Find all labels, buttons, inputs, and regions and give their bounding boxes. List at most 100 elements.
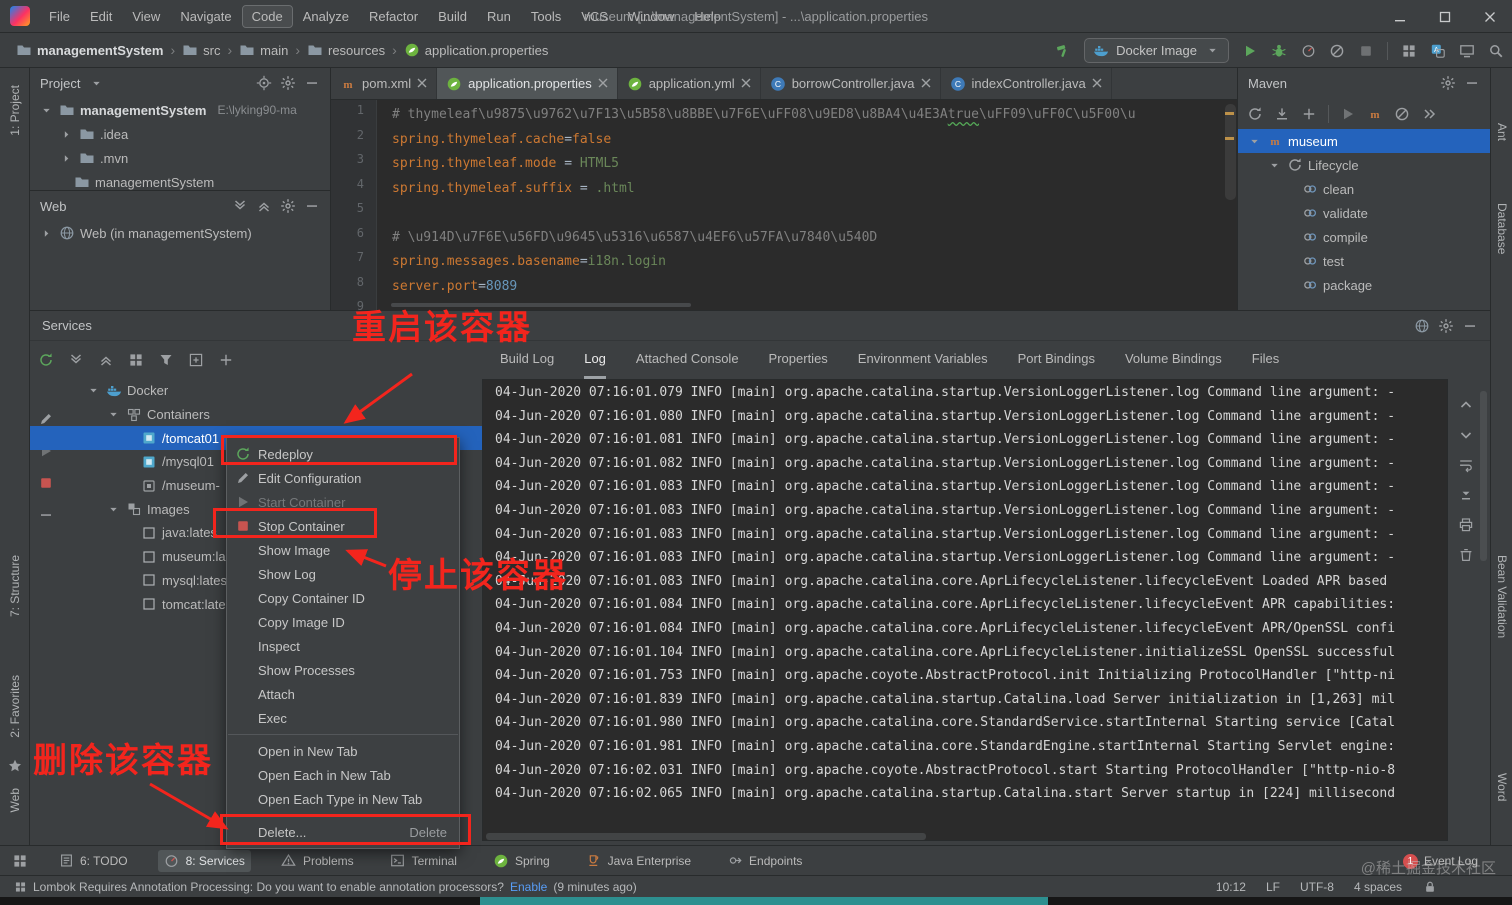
menu-analyze[interactable]: Analyze — [294, 6, 358, 27]
build-hammer-icon[interactable] — [1055, 43, 1071, 59]
help-web-icon[interactable] — [1414, 318, 1430, 334]
gear-icon[interactable] — [280, 75, 296, 91]
menu-build[interactable]: Build — [429, 6, 476, 27]
add-service-icon[interactable] — [218, 352, 234, 368]
run-maven-icon[interactable] — [1340, 106, 1356, 122]
context-menu-item-show-image[interactable]: Show Image — [227, 538, 459, 562]
services-tab-port-bindings[interactable]: Port Bindings — [1018, 341, 1095, 379]
breadcrumb-item-resources[interactable]: resources — [307, 42, 385, 58]
reimport-icon[interactable] — [1247, 106, 1263, 122]
close-tab-icon[interactable] — [417, 76, 427, 91]
context-menu-item-show-processes[interactable]: Show Processes — [227, 658, 459, 682]
tool-window-button-spring[interactable]: Spring — [487, 850, 556, 872]
profiler-icon[interactable] — [1300, 43, 1316, 59]
editor-hscrollbar[interactable] — [391, 303, 691, 307]
services-tab-files[interactable]: Files — [1252, 341, 1279, 379]
skip-tests-icon[interactable] — [1394, 106, 1410, 122]
menu-code[interactable]: Code — [241, 4, 293, 28]
services-tab-attached-console[interactable]: Attached Console — [636, 341, 739, 379]
print-icon[interactable] — [1458, 517, 1474, 533]
context-menu-item-open-each-in-new-tab[interactable]: Open Each in New Tab — [227, 763, 459, 787]
log-hscrollbar[interactable] — [486, 833, 926, 840]
collapse-all-icon[interactable] — [256, 198, 272, 214]
editor-tab-borrowcontroller-java[interactable]: CborrowController.java — [761, 68, 941, 99]
close-tab-icon[interactable] — [921, 76, 931, 91]
tool-window-button-java-enterprise[interactable]: Java Enterprise — [580, 850, 697, 872]
close-icon[interactable] — [1467, 0, 1512, 33]
locate-file-icon[interactable] — [256, 75, 272, 91]
menu-navigate[interactable]: Navigate — [171, 6, 240, 27]
execute-goal-icon[interactable]: m — [1367, 106, 1383, 122]
services-tab-log[interactable]: Log — [584, 341, 606, 379]
context-menu-item-exec[interactable]: Exec — [227, 706, 459, 730]
hide-panel-icon[interactable] — [304, 198, 320, 214]
context-menu-item-copy-image-id[interactable]: Copy Image ID — [227, 610, 459, 634]
minimize-icon[interactable] — [1377, 0, 1422, 33]
tree-row-lifecycle[interactable]: Lifecycle — [1238, 153, 1490, 177]
services-tab-properties[interactable]: Properties — [769, 341, 828, 379]
context-menu-item-inspect[interactable]: Inspect — [227, 634, 459, 658]
gear-icon[interactable] — [1440, 75, 1456, 91]
clear-log-icon[interactable] — [1458, 547, 1474, 563]
hide-panel-icon[interactable] — [1464, 75, 1480, 91]
lock-icon[interactable] — [1422, 879, 1438, 895]
menu-view[interactable]: View — [123, 6, 169, 27]
tool-window-button-endpoints[interactable]: Endpoints — [721, 850, 808, 872]
tree-row-managementsystem[interactable]: managementSystem E:\lyking90-ma — [30, 98, 330, 122]
context-menu-item-stop-container[interactable]: Stop Container — [227, 514, 459, 538]
context-menu-item-start-container[interactable]: Start Container — [227, 490, 459, 514]
hide-panel-icon[interactable] — [1462, 318, 1478, 334]
chevron-down-icon[interactable] — [88, 75, 104, 91]
tool-button-ant[interactable]: Ant — [1491, 123, 1512, 141]
context-menu-item-redeploy[interactable]: Redeploy — [227, 442, 459, 466]
enable-link[interactable]: Enable — [510, 880, 547, 894]
editor-tab-application-properties[interactable]: application.properties — [437, 68, 618, 99]
tree-row-museum[interactable]: m museum — [1238, 129, 1490, 153]
context-menu-item-delete[interactable]: Delete... Delete — [227, 820, 459, 844]
expand-all-icon[interactable] — [232, 198, 248, 214]
scroll-to-end-icon[interactable] — [1458, 487, 1474, 503]
tool-window-button-terminal[interactable]: Terminal — [384, 850, 463, 872]
tool-button-bean-validation[interactable]: Bean Validation — [1491, 555, 1512, 638]
run-button[interactable] — [1242, 43, 1258, 59]
scroll-up-icon[interactable] — [1458, 397, 1474, 413]
hide-panel-icon[interactable] — [304, 75, 320, 91]
context-menu-item-open-each-type-in-new-tab[interactable]: Open Each Type in New Tab — [227, 787, 459, 811]
tool-button-web[interactable]: Web — [0, 788, 30, 812]
breadcrumb-item-src[interactable]: src — [182, 42, 220, 58]
breadcrumb-item-application-properties[interactable]: application.properties — [404, 42, 548, 58]
tree-row-test[interactable]: test — [1238, 249, 1490, 273]
tool-window-button-problems[interactable]: Problems — [275, 850, 360, 872]
translate-icon[interactable]: A — [1430, 43, 1446, 59]
close-tab-icon[interactable] — [1092, 76, 1102, 91]
editor-tab-pom-xml[interactable]: m pom.xml — [331, 68, 438, 99]
breadcrumb-item-managementsystem[interactable]: managementSystem — [16, 42, 163, 58]
tool-button-1-project[interactable]: 1: Project — [0, 85, 30, 136]
tree-row-compile[interactable]: compile — [1238, 225, 1490, 249]
tool-window-switcher-icon[interactable] — [12, 853, 28, 869]
tool-button-2-favorites[interactable]: 2: Favorites — [0, 675, 30, 738]
tree-row-docker[interactable]: Docker — [30, 379, 482, 403]
maximize-icon[interactable] — [1422, 0, 1467, 33]
expand-all-icon[interactable] — [68, 352, 84, 368]
status-item-lf[interactable]: LF — [1266, 880, 1280, 894]
tool-window-button-8-services[interactable]: 8: Services — [157, 849, 251, 872]
tree-row-web-in-managementsystem[interactable]: Web (in managementSystem) — [30, 221, 330, 245]
tree-row-containers[interactable]: Containers — [30, 403, 482, 427]
log-vscrollbar[interactable] — [1480, 391, 1487, 561]
status-item-utf-8[interactable]: UTF-8 — [1300, 880, 1334, 894]
menu-edit[interactable]: Edit — [81, 6, 121, 27]
context-menu-item-copy-container-id[interactable]: Copy Container ID — [227, 586, 459, 610]
close-tab-icon[interactable] — [598, 76, 608, 91]
breadcrumb-item-main[interactable]: main — [239, 42, 288, 58]
tree-row-managementsystem[interactable]: managementSystem — [30, 170, 330, 190]
tool-button-database[interactable]: Database — [1491, 203, 1512, 254]
run-config-select[interactable]: Docker Image — [1084, 38, 1229, 63]
layout-grid-icon[interactable] — [1401, 43, 1417, 59]
tool-button-word[interactable]: Word — [1491, 773, 1512, 801]
overflow-icon[interactable] — [1421, 106, 1437, 122]
collapse-all-icon[interactable] — [98, 352, 114, 368]
soft-wrap-icon[interactable] — [1458, 457, 1474, 473]
screen-share-icon[interactable] — [1459, 43, 1475, 59]
filter-icon[interactable] — [158, 352, 174, 368]
